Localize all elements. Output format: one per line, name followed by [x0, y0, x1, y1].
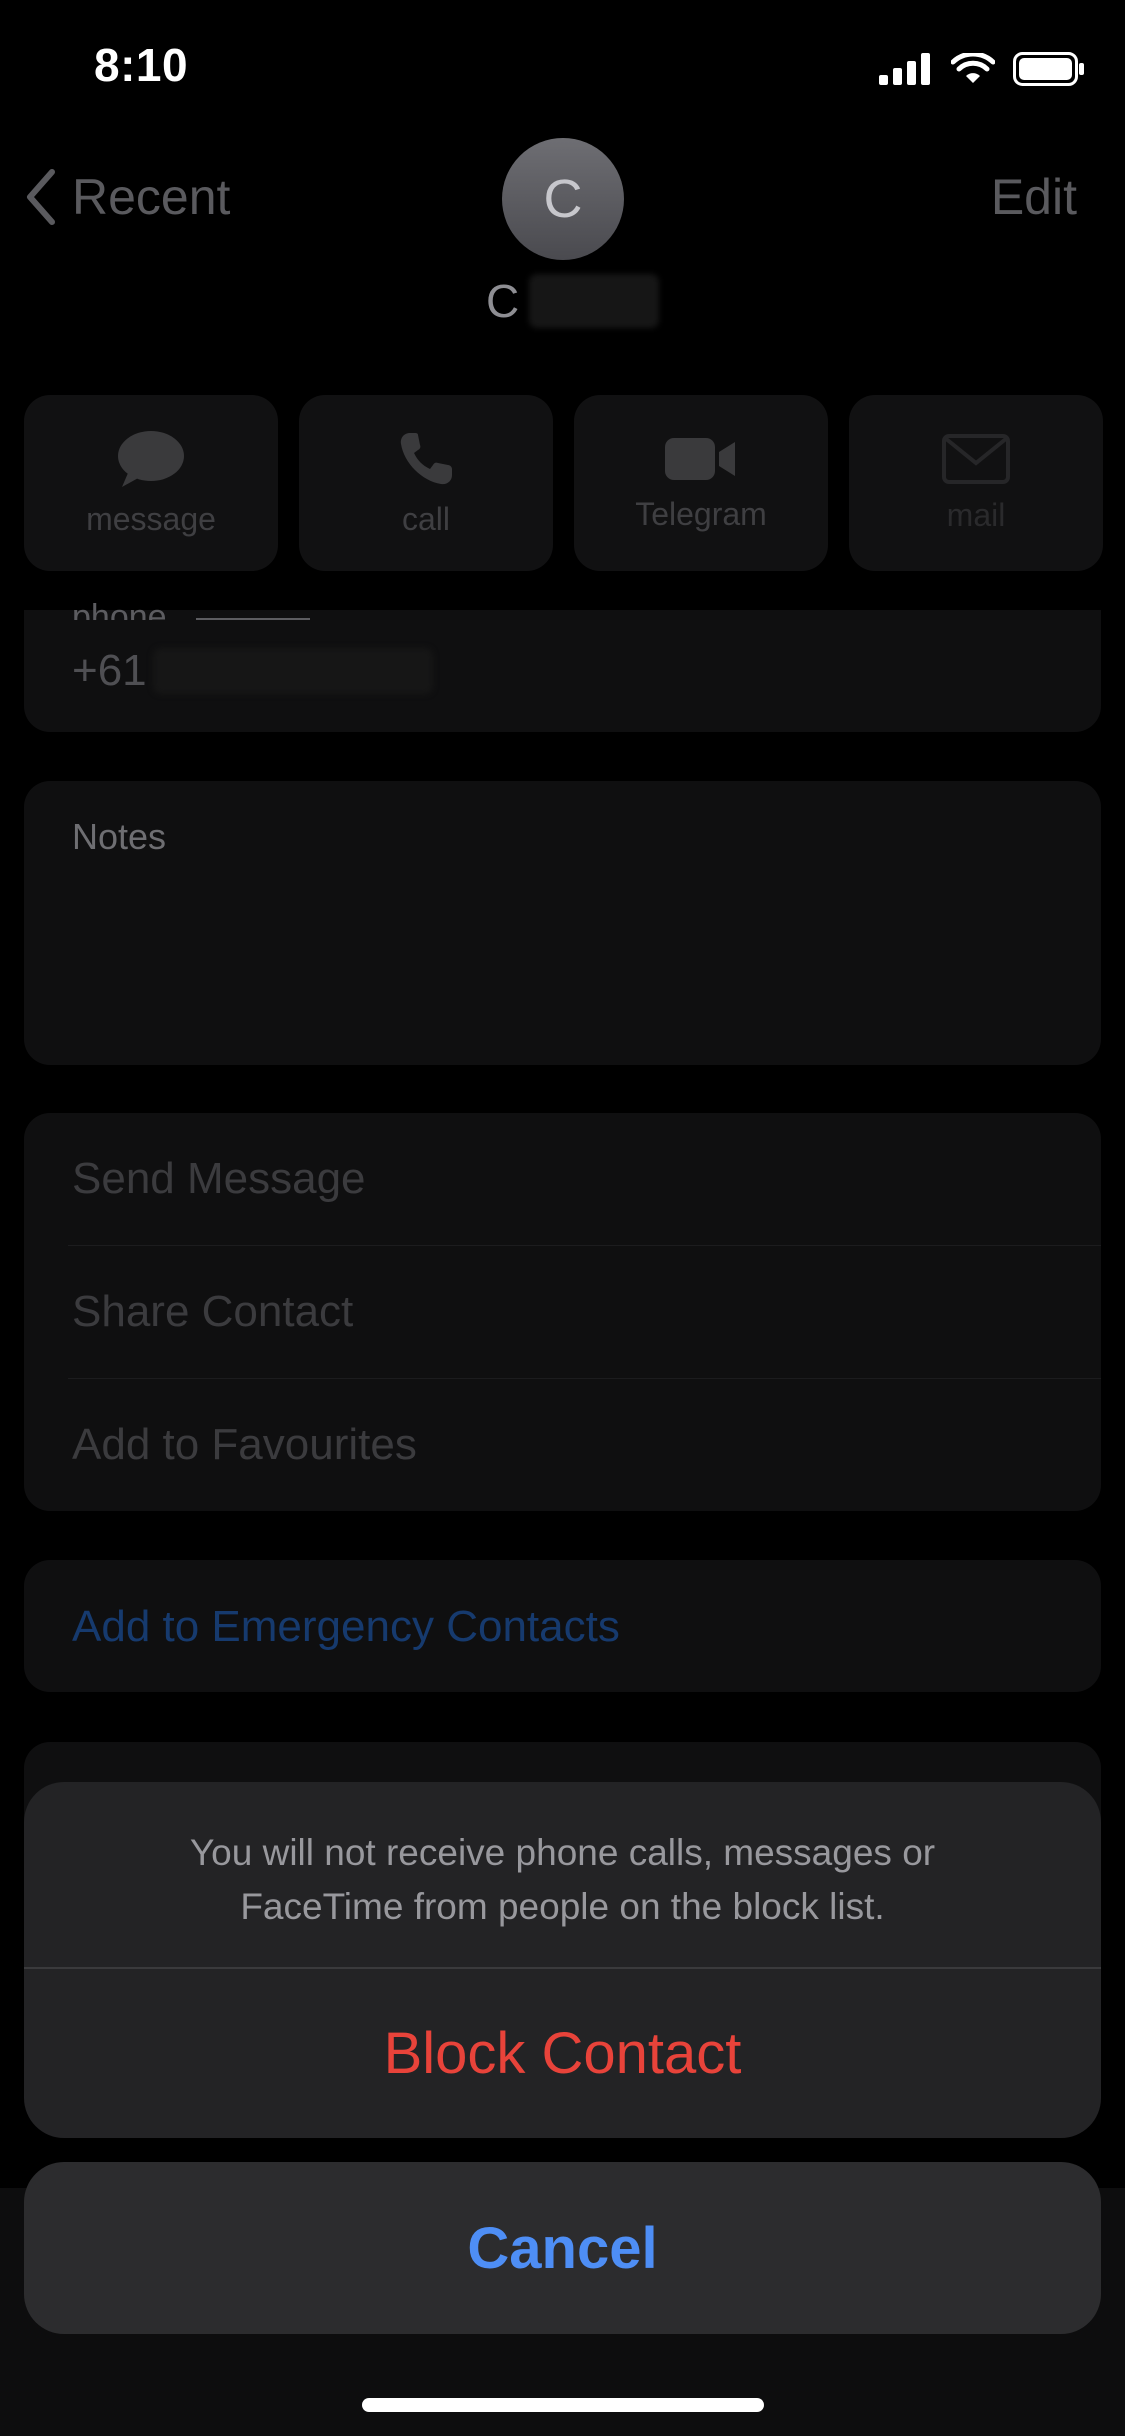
- phone-number-text: +61: [72, 646, 147, 695]
- battery-icon: [1013, 52, 1084, 86]
- phone-label-underline: [196, 618, 310, 620]
- redacted-number: [152, 648, 433, 694]
- divider: [68, 1378, 1101, 1379]
- redacted-name: [529, 274, 660, 328]
- chevron-left-icon: [27, 169, 55, 225]
- add-favourites-row[interactable]: Add to Favourites: [72, 1420, 417, 1470]
- action-sheet-message-line-2: FaceTime from people on the block list.: [240, 1886, 885, 1927]
- envelope-icon: [942, 433, 1010, 484]
- divider: [68, 1245, 1101, 1246]
- send-message-row[interactable]: Send Message: [72, 1154, 366, 1204]
- action-sheet-message: You will not receive phone calls, messag…: [24, 1826, 1101, 1934]
- add-emergency-contacts-link[interactable]: Add to Emergency Contacts: [72, 1602, 620, 1652]
- call-action-label: call: [401, 500, 450, 537]
- edit-button[interactable]: Edit: [991, 168, 1077, 226]
- block-action-sheet: You will not receive phone calls, messag…: [24, 1782, 1101, 2138]
- message-action-label: message: [86, 500, 216, 537]
- share-contact-row[interactable]: Share Contact: [72, 1287, 353, 1337]
- status-time: 8:10: [94, 39, 189, 91]
- action-sheet-message-line-1: You will not receive phone calls, messag…: [189, 1832, 936, 1873]
- contact-name-text: C: [486, 275, 520, 327]
- phone-label: phone: [72, 598, 167, 620]
- avatar-initial: C: [543, 169, 583, 229]
- phone-icon: [400, 432, 452, 484]
- contact-name: C: [486, 274, 660, 328]
- back-button[interactable]: Recent: [24, 168, 230, 226]
- status-icons: [879, 52, 1085, 86]
- cancel-button[interactable]: Cancel: [24, 2162, 1101, 2334]
- video-camera-icon: [665, 437, 735, 480]
- message-action-button[interactable]: message: [24, 395, 278, 571]
- message-bubble-icon: [118, 430, 184, 487]
- phone-number[interactable]: +61: [72, 646, 433, 696]
- notes-card[interactable]: [24, 781, 1101, 1065]
- back-label: Recent: [72, 169, 231, 225]
- block-contact-button[interactable]: Block Contact: [24, 1969, 1101, 2138]
- notes-label: Notes: [72, 816, 167, 857]
- mail-action-button[interactable]: mail: [849, 395, 1103, 571]
- avatar: C: [502, 138, 624, 260]
- telegram-action-button[interactable]: Telegram: [574, 395, 828, 571]
- phone-card-top: [24, 610, 1101, 622]
- cellular-signal-icon: [879, 53, 930, 85]
- telegram-action-label: Telegram: [635, 495, 767, 532]
- wifi-icon: [951, 53, 995, 83]
- home-indicator[interactable]: [362, 2398, 764, 2412]
- call-action-button[interactable]: call: [299, 395, 553, 571]
- mail-action-label: mail: [946, 496, 1006, 533]
